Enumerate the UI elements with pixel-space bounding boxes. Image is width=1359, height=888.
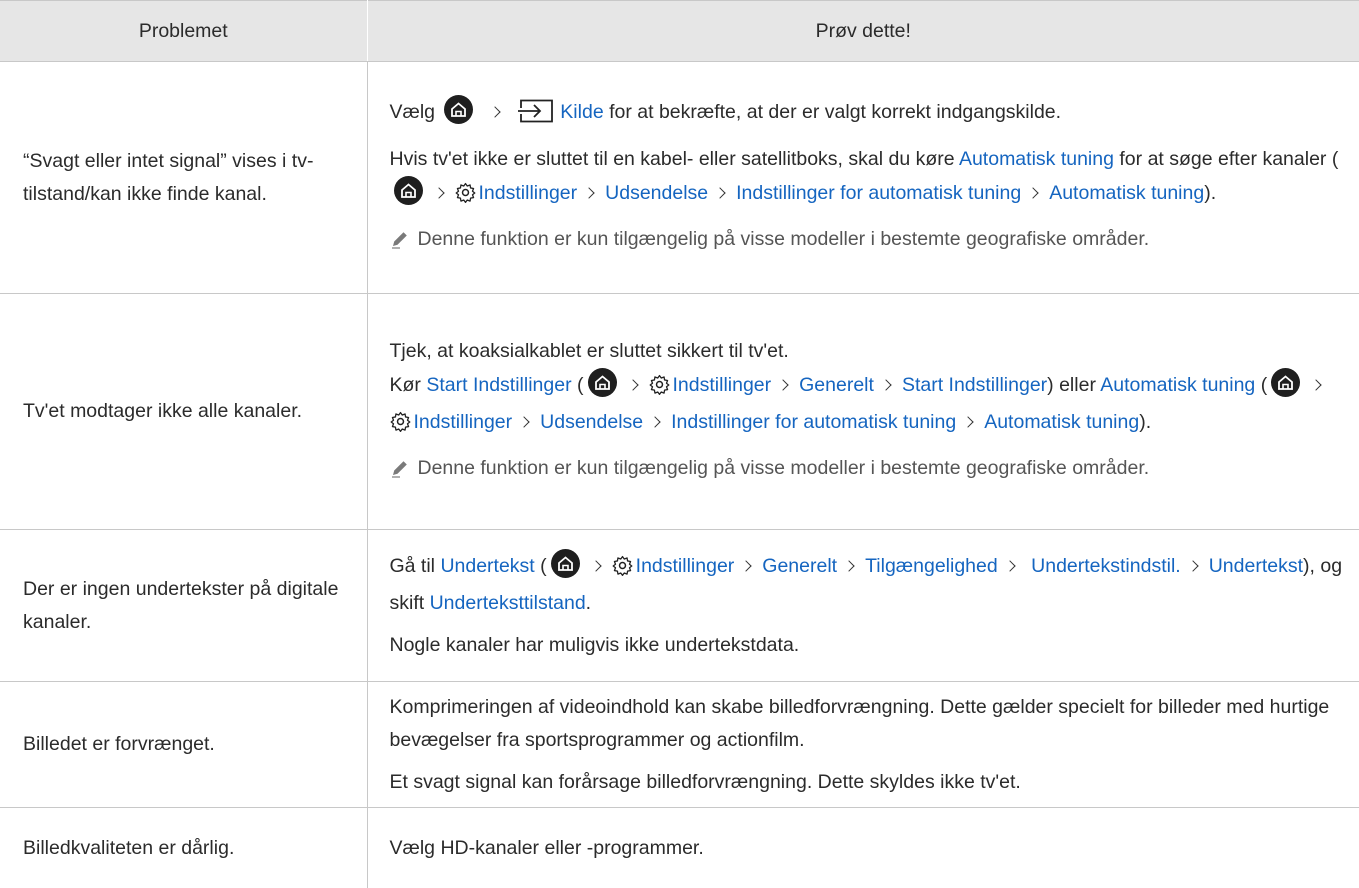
- link-kilde[interactable]: Kilde: [560, 101, 603, 123]
- chevron-right-icon: [1004, 560, 1015, 571]
- link-udsendelse[interactable]: Udsendelse: [605, 182, 708, 204]
- text: .: [586, 592, 591, 614]
- text: ).: [1204, 182, 1216, 204]
- home-icon: [394, 176, 423, 205]
- link-indstillinger[interactable]: Indstillinger: [414, 411, 513, 433]
- solution-paragraph: Tjek, at koaksialkablet er sluttet sikke…: [390, 335, 1350, 368]
- home-icon: [588, 368, 617, 397]
- chevron-right-icon: [627, 379, 638, 390]
- solution-cell: Tjek, at koaksialkablet er sluttet sikke…: [367, 294, 1359, 530]
- chevron-right-icon: [489, 106, 500, 117]
- troubleshooting-table: Problemet Prøv dette! “Svagt eller intet…: [0, 0, 1359, 888]
- chevron-right-icon: [741, 560, 752, 571]
- source-icon: [518, 99, 554, 134]
- text: (: [1261, 374, 1268, 396]
- settings-gear-icon: [649, 373, 670, 406]
- table-header: Problemet Prøv dette!: [0, 1, 1359, 62]
- header-solution: Prøv dette!: [367, 1, 1359, 62]
- chevron-right-icon: [843, 560, 854, 571]
- link-udsendelse[interactable]: Udsendelse: [540, 411, 643, 433]
- link-generelt[interactable]: Generelt: [762, 555, 837, 577]
- chevron-right-icon: [518, 416, 529, 427]
- link-automatisk-tuning[interactable]: Automatisk tuning: [959, 148, 1114, 170]
- chevron-right-icon: [649, 416, 660, 427]
- text: for at søge efter kanaler (: [1119, 148, 1338, 170]
- table-row: “Svagt eller intet signal” vises i tv-ti…: [0, 62, 1359, 294]
- chevron-right-icon: [433, 187, 444, 198]
- table-row: Tv'et modtager ikke alle kanaler. Tjek, …: [0, 294, 1359, 530]
- chevron-right-icon: [1311, 379, 1322, 390]
- text: (: [577, 374, 584, 396]
- link-automatisk-tuning[interactable]: Automatisk tuning: [984, 411, 1139, 433]
- table-row: Billedkvaliteten er dårlig. Vælg HD-kana…: [0, 808, 1359, 888]
- home-icon: [551, 549, 580, 578]
- settings-gear-icon: [390, 410, 411, 443]
- link-undertekstindstil[interactable]: Undertekstindstil.: [1031, 555, 1181, 577]
- chevron-right-icon: [590, 560, 601, 571]
- solution-cell: Gå til Undertekst ( Indstillinger Generelt…: [367, 530, 1359, 682]
- link-undertekst[interactable]: Undertekst: [440, 555, 534, 577]
- link-underteksttilstand[interactable]: Underteksttilstand: [430, 592, 586, 614]
- link-indstillinger-auto[interactable]: Indstillinger for automatisk tuning: [671, 411, 956, 433]
- settings-gear-icon: [455, 181, 476, 214]
- table-row: Billedet er forvrænget. Komprimeringen a…: [0, 682, 1359, 808]
- text: Hvis tv'et ikke er sluttet til en kabel-…: [390, 148, 955, 170]
- header-problem: Problemet: [0, 1, 367, 62]
- solution-paragraph: Vælg HD-kanaler eller -programmer.: [390, 832, 1350, 865]
- chevron-right-icon: [963, 416, 974, 427]
- chevron-right-icon: [1028, 187, 1039, 198]
- chevron-right-icon: [714, 187, 725, 198]
- problem-cell: “Svagt eller intet signal” vises i tv-ti…: [0, 62, 367, 294]
- solution-paragraph: Komprimeringen af videoindhold kan skabe…: [390, 691, 1350, 757]
- link-start-indstillinger[interactable]: Start Indstillinger: [902, 374, 1047, 396]
- settings-gear-icon: [612, 554, 633, 587]
- problem-cell: Tv'et modtager ikke alle kanaler.: [0, 294, 367, 530]
- problem-cell: Der er ingen undertekster på digitale ka…: [0, 530, 367, 682]
- text: Gå til: [390, 555, 436, 577]
- solution-cell: Vælg HD-kanaler eller -programmer.: [367, 808, 1359, 888]
- solution-paragraph: Vælg Kilde for at bekræfte, at der er va…: [390, 95, 1350, 134]
- table-row: Der er ingen undertekster på digitale ka…: [0, 530, 1359, 682]
- link-start-indstillinger[interactable]: Start Indstillinger: [426, 374, 571, 396]
- problem-cell: Billedet er forvrænget.: [0, 682, 367, 808]
- problem-cell: Billedkvaliteten er dårlig.: [0, 808, 367, 888]
- chevron-right-icon: [880, 379, 891, 390]
- text: Kør: [390, 374, 421, 396]
- chevron-right-icon: [1187, 560, 1198, 571]
- text: for at bekræfte, at der er valgt korrekt…: [609, 101, 1061, 123]
- link-automatisk-tuning[interactable]: Automatisk tuning: [1100, 374, 1255, 396]
- link-generelt[interactable]: Generelt: [799, 374, 874, 396]
- home-icon: [444, 95, 473, 124]
- link-indstillinger[interactable]: Indstillinger: [636, 555, 735, 577]
- note: Denne funktion er kun tilgængelig på vis…: [390, 223, 1350, 260]
- chevron-right-icon: [777, 379, 788, 390]
- pencil-note-icon: [390, 456, 410, 489]
- solution-paragraph: Et svagt signal kan forårsage billedforv…: [390, 766, 1350, 799]
- note: Denne funktion er kun tilgængelig på vis…: [390, 452, 1350, 489]
- home-icon: [1271, 368, 1300, 397]
- solution-cell: Komprimeringen af videoindhold kan skabe…: [367, 682, 1359, 808]
- link-automatisk-tuning[interactable]: Automatisk tuning: [1049, 182, 1204, 204]
- note-text: Denne funktion er kun tilgængelig på vis…: [418, 457, 1150, 479]
- pencil-note-icon: [390, 227, 410, 260]
- text: ) eller: [1047, 374, 1096, 396]
- solution-cell: Vælg Kilde for at bekræfte, at der er va…: [367, 62, 1359, 294]
- text: (: [540, 555, 547, 577]
- link-indstillinger-auto[interactable]: Indstillinger for automatisk tuning: [736, 182, 1021, 204]
- text: Vælg: [390, 101, 436, 123]
- chevron-right-icon: [583, 187, 594, 198]
- solution-paragraph: Gå til Undertekst ( Indstillinger Generelt…: [390, 549, 1350, 620]
- link-indstillinger[interactable]: Indstillinger: [673, 374, 772, 396]
- link-undertekst[interactable]: Undertekst: [1209, 555, 1303, 577]
- solution-paragraph: Hvis tv'et ikke er sluttet til en kabel-…: [390, 143, 1350, 214]
- note-text: Denne funktion er kun tilgængelig på vis…: [418, 228, 1150, 250]
- solution-paragraph: Kør Start Indstillinger ( Indstillinger Ge…: [390, 368, 1350, 443]
- solution-paragraph: Nogle kanaler har muligvis ikke undertek…: [390, 629, 1350, 662]
- link-tilgaengelighed[interactable]: Tilgængelighed: [865, 555, 998, 577]
- link-indstillinger[interactable]: Indstillinger: [479, 182, 578, 204]
- text: ).: [1139, 411, 1151, 433]
